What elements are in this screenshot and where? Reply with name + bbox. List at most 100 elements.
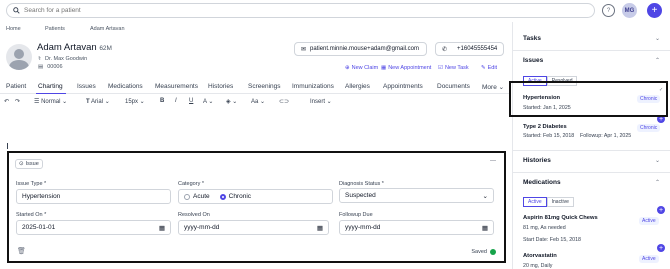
tab-appointments[interactable]: Appointments — [383, 83, 423, 90]
editor-cursor — [7, 143, 8, 149]
issue-form: ⊙ Issue — Issue Type * Hypertension Categ… — [7, 151, 506, 263]
saved-status: Saved — [471, 249, 496, 255]
diagnosis-status-select[interactable]: Suspected ⌄ — [339, 188, 494, 203]
search-input[interactable] — [24, 7, 424, 14]
chevron-up-icon[interactable]: ⌃ — [655, 57, 660, 64]
issue-item-title[interactable]: Type 2 Diabetes — [523, 124, 567, 130]
tab-more[interactable]: More ⌄ — [482, 83, 504, 91]
list-icon: ☰ — [34, 99, 40, 105]
link-icon[interactable]: ⊂⊃ — [279, 98, 289, 105]
calendar-icon[interactable]: ▦ — [317, 224, 323, 232]
collapse-icon[interactable]: — — [490, 158, 496, 164]
med-status-toggle: Active Inactive — [523, 197, 574, 207]
task-icon: ☑ — [438, 65, 443, 71]
tab-documents[interactable]: Documents — [437, 83, 470, 90]
breadcrumb-home[interactable]: Home — [6, 26, 21, 32]
medications-section: Medications ⌃ Active Inactive + Aspirin … — [513, 172, 670, 269]
chart-tabs: Patient Charting Issues Medications Meas… — [0, 80, 510, 94]
user-avatar[interactable]: MG — [622, 3, 637, 18]
tab-medications[interactable]: Medications — [108, 83, 143, 90]
followup-due-input[interactable]: yyyy-mm-dd ▦ — [339, 220, 494, 235]
active-badge: Active — [639, 217, 659, 225]
active-tab-indicator — [36, 93, 66, 94]
issue-type-input[interactable]: Hypertension — [16, 189, 171, 204]
highlight-icon[interactable]: ◈ ⌄ — [226, 98, 237, 105]
medication-item-dose: 81 mg, As needed — [523, 225, 566, 231]
category-label: Category * — [178, 181, 204, 187]
resolved-on-input[interactable]: yyyy-mm-dd ▦ — [178, 220, 329, 235]
calendar-icon[interactable]: ▦ — [482, 224, 488, 232]
calendar-icon: ▦ — [381, 65, 387, 71]
tasks-title: Tasks — [523, 35, 541, 42]
redo-icon[interactable]: ↷ — [15, 98, 20, 105]
breadcrumb-current: Adam Artavan — [90, 26, 125, 32]
mail-icon: ✉ — [301, 46, 307, 53]
breadcrumb-patients[interactable]: Patients — [45, 26, 65, 32]
medications-title: Medications — [523, 179, 561, 186]
tab-charting[interactable]: Charting — [38, 83, 63, 90]
medication-item-title[interactable]: Aspirin 81mg Quick Chews — [523, 215, 598, 221]
med-tab-active[interactable]: Active — [523, 197, 547, 207]
tab-measurements[interactable]: Measurements — [155, 83, 198, 90]
category-chronic-radio[interactable]: Chronic — [219, 193, 251, 200]
stethoscope-icon: ⚕ — [38, 56, 41, 62]
tab-allergies[interactable]: Allergies — [345, 83, 370, 90]
top-bar: ? MG + — [0, 0, 670, 22]
patient-id: ▤ 00006 — [38, 64, 63, 70]
italic-icon[interactable]: I — [175, 98, 177, 104]
edit-link[interactable]: ✎ Edit — [481, 65, 497, 71]
bold-icon[interactable]: B — [160, 98, 164, 104]
font-case-icon[interactable]: Aa ⌄ — [251, 98, 265, 105]
add-medication-icon[interactable]: + — [657, 206, 665, 214]
tasks-section[interactable]: Tasks ⌄ — [513, 26, 670, 50]
chronic-badge: Chronic — [637, 124, 661, 132]
insert-menu[interactable]: Insert ⌄ — [310, 98, 332, 105]
category-acute-radio[interactable]: Acute — [184, 193, 210, 200]
issue-type-label: Issue Type * — [16, 181, 47, 187]
histories-section[interactable]: Histories ⌄ — [513, 150, 670, 172]
patient-avatar — [6, 44, 32, 70]
medication-item-dose: 20 mg, Daily — [523, 263, 553, 269]
id-card-icon: ▤ — [38, 64, 44, 70]
paragraph-style-select[interactable]: ☰ Normal ⌄ — [34, 98, 67, 105]
chevron-up-icon[interactable]: ⌃ — [655, 179, 660, 186]
sidebar: Tasks ⌄ Issues ⌃ Active Resolved Hyperte… — [513, 22, 670, 269]
tab-immunizations[interactable]: Immunizations — [292, 83, 334, 90]
tab-patient[interactable]: Patient — [6, 83, 26, 90]
active-badge: Active — [639, 255, 659, 263]
tab-issues[interactable]: Issues — [77, 83, 96, 90]
add-button[interactable]: + — [647, 3, 662, 18]
email-button[interactable]: ✉ patient.minnie.mouse+adam@gmail.com — [294, 42, 427, 56]
issue-item-started: Started: Feb 15, 2018 — [523, 133, 575, 139]
underline-icon[interactable]: U — [189, 98, 193, 104]
phone-button[interactable]: ✆ +16045555454 — [435, 42, 504, 56]
undo-icon[interactable]: ↶ — [4, 98, 9, 105]
trash-icon[interactable]: 🗑 — [17, 247, 26, 255]
claim-icon: ⊕ — [345, 65, 350, 71]
medication-item-title[interactable]: Atorvastatin — [523, 253, 557, 259]
search-icon — [13, 7, 20, 14]
text-color-icon[interactable]: A ⌄ — [203, 98, 213, 105]
chevron-down-icon: ⌄ — [654, 158, 660, 164]
help-icon[interactable]: ? — [602, 4, 615, 17]
chevron-down-icon: ⌄ — [498, 84, 505, 91]
patient-search[interactable] — [6, 3, 595, 18]
new-appointment-link[interactable]: ▦ New Appointment — [381, 65, 431, 71]
issues-title: Issues — [523, 57, 544, 64]
font-select[interactable]: T Arial ⌄ — [86, 98, 110, 105]
calendar-icon[interactable]: ▦ — [159, 224, 165, 232]
chevron-down-icon: ⌄ — [654, 36, 660, 42]
medication-item-start: Start Date: Feb 15, 2018 — [523, 237, 582, 243]
started-on-input[interactable]: 2025-01-01 ▦ — [16, 220, 171, 235]
med-tab-inactive[interactable]: Inactive — [546, 197, 574, 207]
tab-screenings[interactable]: Screenings — [248, 83, 281, 90]
phone-icon: ✆ — [442, 46, 448, 53]
font-size-select[interactable]: 15px ⌄ — [125, 98, 145, 105]
edit-icon: ✎ — [481, 65, 486, 71]
issue-item-followup: Followup: Apr 1, 2025 — [580, 133, 632, 139]
tab-histories[interactable]: Histories — [208, 83, 233, 90]
new-task-link[interactable]: ☑ New Task — [438, 65, 469, 71]
add-medication-icon[interactable]: + — [657, 244, 665, 252]
new-claim-link[interactable]: ⊕ New Claim — [345, 65, 378, 71]
editor-toolbar: ↶ ↷ ☰ Normal ⌄ T Arial ⌄ 15px ⌄ B I U A … — [0, 97, 510, 109]
